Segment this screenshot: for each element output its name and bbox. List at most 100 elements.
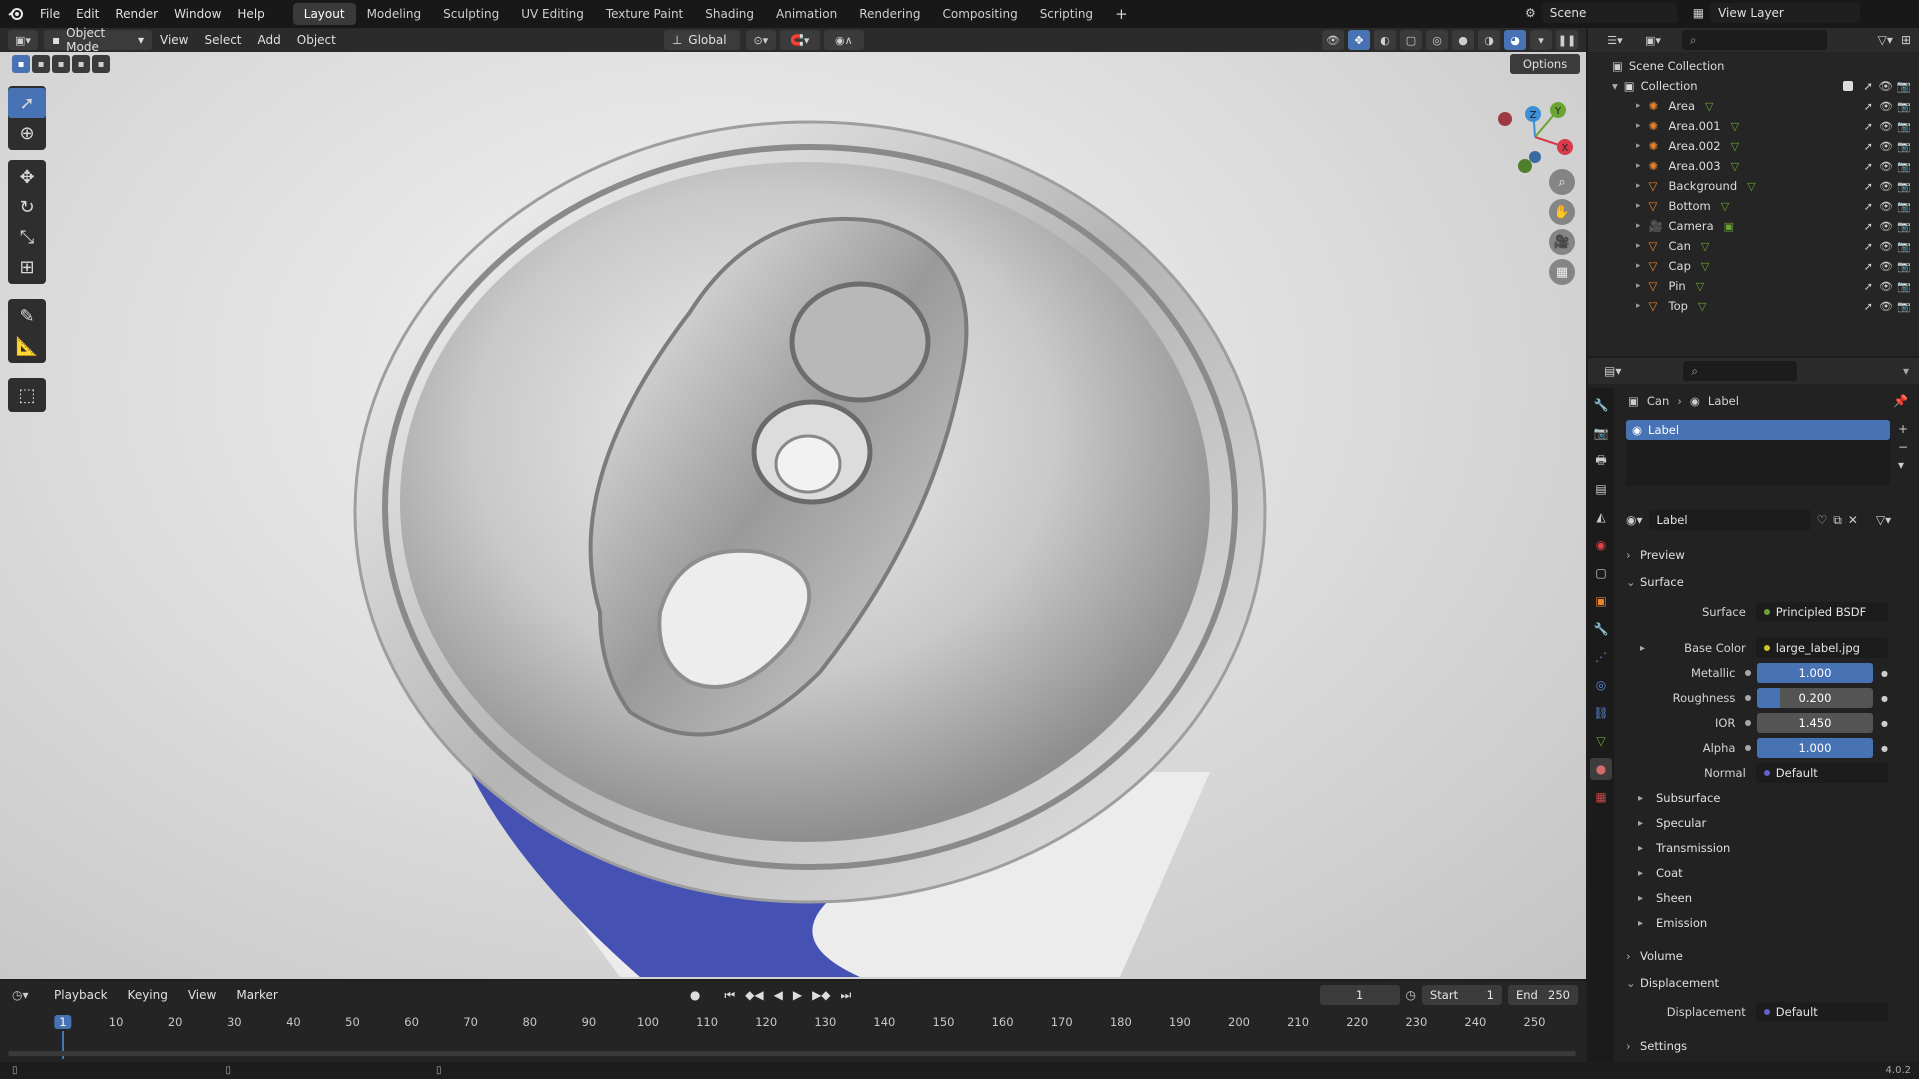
- tab-uv-editing[interactable]: UV Editing: [510, 3, 595, 25]
- expand-arrow-icon[interactable]: ▸: [1636, 161, 1641, 171]
- texture-tab-icon[interactable]: ▦: [1590, 786, 1612, 808]
- subpanel-specular[interactable]: ▸ Specular: [1638, 812, 1919, 834]
- tab-texture-paint[interactable]: Texture Paint: [595, 3, 694, 25]
- normal-field[interactable]: Default: [1755, 763, 1888, 783]
- settings-panel-header[interactable]: › Settings: [1626, 1035, 1919, 1057]
- select-arrow-icon[interactable]: ➚: [1864, 180, 1873, 193]
- pin-icon[interactable]: 📌: [1893, 394, 1908, 408]
- outliner-item-background[interactable]: ▸ ▽ Background ▽ ➚ 👁 📷: [1588, 176, 1919, 196]
- output-tab-icon[interactable]: 🖶: [1590, 450, 1612, 472]
- rotate-icon[interactable]: ↻: [8, 192, 46, 222]
- select-extend-icon[interactable]: ▪: [32, 55, 50, 73]
- expand-arrow-icon[interactable]: ▸: [1636, 281, 1641, 291]
- object-mode-dropdown[interactable]: ▪ Object Mode ▾: [44, 26, 152, 54]
- eye-icon[interactable]: 👁: [1879, 240, 1893, 253]
- viewport-menu-add[interactable]: Add: [250, 26, 289, 54]
- collection-tab-icon[interactable]: ▢: [1590, 562, 1612, 584]
- keyframe-dot-icon[interactable]: ●: [1881, 694, 1888, 703]
- render-camera-icon[interactable]: 📷: [1897, 200, 1911, 213]
- volume-panel-header[interactable]: › Volume: [1626, 945, 1919, 967]
- select-arrow-icon[interactable]: ➚: [1864, 200, 1873, 213]
- displacement-field[interactable]: Default: [1755, 1002, 1888, 1022]
- select-subtract-icon[interactable]: ▪: [52, 55, 70, 73]
- outliner-search-input[interactable]: ⌕: [1682, 30, 1827, 50]
- eye-icon[interactable]: 👁: [1879, 120, 1893, 133]
- tab-sculpting[interactable]: Sculpting: [432, 3, 510, 25]
- tab-animation[interactable]: Animation: [765, 3, 848, 25]
- outliner-item-area-003[interactable]: ▸ ✺ Area.003 ▽ ➚ 👁 📷: [1588, 156, 1919, 176]
- subpanel-subsurface[interactable]: ▸ Subsurface: [1638, 787, 1919, 809]
- select-arrow-icon[interactable]: ➚: [1864, 260, 1873, 273]
- select-box-icon[interactable]: ➚: [8, 88, 46, 118]
- xray-toggle-icon[interactable]: ▢: [1400, 30, 1422, 50]
- outliner-item-camera[interactable]: ▸ 🎥 Camera ▣ ➚ 👁 📷: [1588, 216, 1919, 236]
- render-camera-icon[interactable]: 📷: [1897, 260, 1911, 273]
- viewport-menu-object[interactable]: Object: [289, 26, 344, 54]
- render-camera-icon[interactable]: 📷: [1897, 240, 1911, 253]
- collapse-arrow-icon[interactable]: ▾: [1612, 79, 1618, 93]
- view-layer-icon[interactable]: ▦: [1693, 6, 1704, 20]
- menu-edit[interactable]: Edit: [68, 0, 107, 28]
- measure-icon[interactable]: 📐: [8, 331, 46, 361]
- material-shading-icon[interactable]: ◑: [1478, 30, 1500, 50]
- tool-tab-icon[interactable]: 🔧: [1590, 394, 1612, 416]
- properties-editor-type-icon[interactable]: ▤▾: [1604, 364, 1621, 378]
- options-button[interactable]: Options: [1510, 54, 1580, 74]
- keyframe-dot-icon[interactable]: ●: [1881, 669, 1888, 678]
- scene-tab-icon[interactable]: ◭: [1590, 506, 1612, 528]
- eye-icon[interactable]: 👁: [1879, 160, 1893, 173]
- menu-file[interactable]: File: [32, 0, 68, 28]
- new-collection-icon[interactable]: ⊞: [1901, 33, 1919, 47]
- visibility-icon[interactable]: 👁: [1322, 30, 1344, 50]
- world-tab-icon[interactable]: ◉: [1590, 534, 1612, 556]
- move-icon[interactable]: ✥: [8, 162, 46, 192]
- expand-arrow-icon[interactable]: ▸: [1636, 221, 1641, 231]
- alpha-slider[interactable]: 1.000: [1756, 738, 1874, 758]
- subpanel-transmission[interactable]: ▸ Transmission: [1638, 837, 1919, 859]
- blender-logo-icon[interactable]: [0, 0, 32, 28]
- view-layer-tab-icon[interactable]: ▤: [1590, 478, 1612, 500]
- tab-rendering[interactable]: Rendering: [848, 3, 931, 25]
- subpanel-emission[interactable]: ▸ Emission: [1638, 912, 1919, 934]
- select-arrow-icon[interactable]: ➚: [1864, 100, 1873, 113]
- filter-icon[interactable]: ▽▾: [1878, 33, 1893, 47]
- eye-icon[interactable]: 👁: [1879, 100, 1893, 113]
- expand-arrow-icon[interactable]: ▸: [1636, 241, 1641, 251]
- select-intersect-icon[interactable]: ▪: [92, 55, 110, 73]
- keyframe-dot-icon[interactable]: ●: [1881, 744, 1888, 753]
- wireframe-shading-icon[interactable]: ◎: [1426, 30, 1448, 50]
- displacement-panel-header[interactable]: ⌄ Displacement: [1626, 972, 1919, 994]
- base-color-field[interactable]: large_label.jpg: [1755, 638, 1888, 658]
- outliner-item-bottom[interactable]: ▸ ▽ Bottom ▽ ➚ 👁 📷: [1588, 196, 1919, 216]
- eye-icon[interactable]: 👁: [1879, 260, 1893, 273]
- outliner-item-cap[interactable]: ▸ ▽ Cap ▽ ➚ 👁 📷: [1588, 256, 1919, 276]
- view-layer-selector[interactable]: View Layer: [1710, 3, 1861, 23]
- menu-help[interactable]: Help: [229, 0, 272, 28]
- perspective-toggle-icon[interactable]: ▦: [1549, 259, 1575, 285]
- collection-checkbox[interactable]: [1843, 81, 1853, 91]
- navigation-gizmo[interactable]: X Y Z: [1490, 92, 1580, 182]
- outliner-item-area[interactable]: ▸ ✺ Area ▽ ➚ 👁 📷: [1588, 96, 1919, 116]
- select-arrow-icon[interactable]: ➚: [1864, 160, 1873, 173]
- properties-search-input[interactable]: ⌕: [1683, 361, 1798, 381]
- outliner-item-area-002[interactable]: ▸ ✺ Area.002 ▽ ➚ 👁 📷: [1588, 136, 1919, 156]
- eye-icon[interactable]: 👁: [1878, 79, 1893, 93]
- render-camera-icon[interactable]: 📷: [1897, 220, 1911, 233]
- select-arrow-icon[interactable]: ➚: [1863, 79, 1873, 93]
- viewport-menu-view[interactable]: View: [152, 26, 196, 54]
- render-camera-icon[interactable]: 📷: [1897, 180, 1911, 193]
- menu-render[interactable]: Render: [107, 0, 166, 28]
- overlay-toggle-icon[interactable]: ◐: [1374, 30, 1396, 50]
- eye-icon[interactable]: 👁: [1879, 300, 1893, 313]
- material-name-field[interactable]: Label: [1648, 510, 1811, 530]
- render-camera-icon[interactable]: 📷: [1897, 160, 1911, 173]
- cursor-icon[interactable]: ⊕: [8, 118, 46, 148]
- add-cube-icon[interactable]: ⬚: [8, 380, 46, 410]
- tab-compositing[interactable]: Compositing: [931, 3, 1028, 25]
- outliner-item-pin[interactable]: ▸ ▽ Pin ▽ ➚ 👁 📷: [1588, 276, 1919, 296]
- eye-icon[interactable]: 👁: [1879, 280, 1893, 293]
- select-arrow-icon[interactable]: ➚: [1864, 120, 1873, 133]
- material-slot-label[interactable]: ◉ Label: [1626, 420, 1890, 440]
- scene-selector[interactable]: Scene: [1541, 3, 1677, 23]
- render-camera-icon[interactable]: 📷: [1897, 300, 1911, 313]
